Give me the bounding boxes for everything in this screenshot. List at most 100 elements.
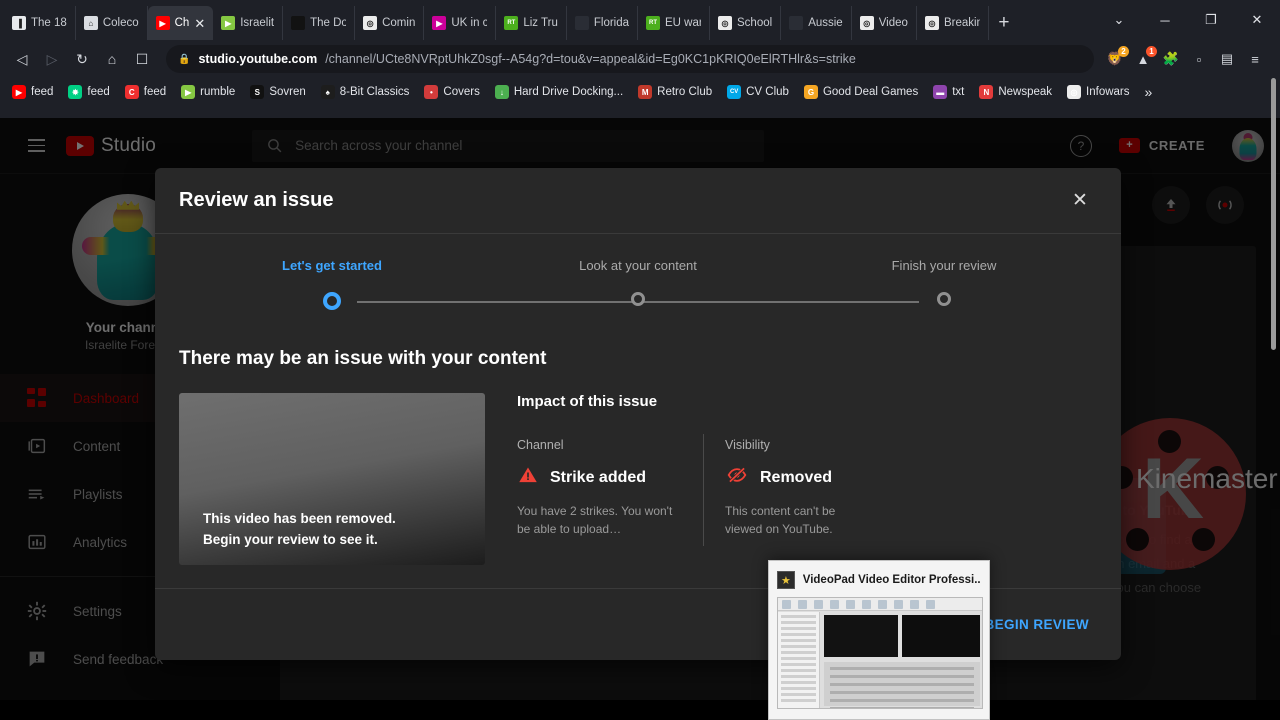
- tab-list-button[interactable]: ⌄: [1096, 3, 1142, 37]
- step-label: Look at your content: [579, 258, 697, 273]
- covers-icon: •: [424, 85, 439, 99]
- address-host: studio.youtube.com: [198, 52, 318, 66]
- screen-bottom-bar: [0, 700, 1280, 720]
- dialog-body: Let's get started Look at your content Fin…: [155, 234, 1121, 588]
- dialog-scrollbar[interactable]: [1271, 78, 1276, 350]
- bookmark-item[interactable]: ✸ feed: [62, 83, 115, 101]
- rumble-icon: ▶: [181, 85, 196, 99]
- bookmark-item[interactable]: Cfeed: [119, 83, 172, 101]
- extensions-icon[interactable]: 🧩: [1160, 48, 1182, 70]
- tab-label: Coleco: [102, 17, 139, 29]
- bookmark-item[interactable]: ▶ feed: [6, 83, 59, 101]
- browser-tab[interactable]: ◎ Video: [852, 6, 917, 40]
- taskbar-thumbnail-preview[interactable]: ★ VideoPad Video Editor Professi...: [768, 560, 990, 720]
- impact-column: Channel Strike added You have 2 strikes. Y…: [517, 438, 703, 538]
- browser-tab[interactable]: ◎ Breakin: [917, 6, 989, 40]
- tab-label: Florida: [593, 17, 630, 29]
- bookmark-item[interactable]: ◎ Infowars: [1061, 83, 1135, 101]
- browser-tab[interactable]: ◎ School: [710, 6, 782, 40]
- bookmark-label: Sovren: [269, 86, 306, 98]
- dialog-header: Review an issue ✕: [155, 168, 1121, 234]
- browser-tab[interactable]: ▶ Ch ✕: [147, 6, 214, 40]
- browser-tab[interactable]: RT Liz Tru: [496, 6, 567, 40]
- browser-tab[interactable]: ▐ The 18: [4, 6, 76, 40]
- browser-tab[interactable]: ◎ Comin: [355, 6, 425, 40]
- thumbnail-line-2: Begin your review to see it.: [203, 532, 378, 548]
- preview-header: ★ VideoPad Video Editor Professi...: [777, 569, 981, 591]
- browser-tab[interactable]: The Do: [283, 6, 356, 40]
- preview-screenshot: [777, 597, 983, 709]
- bitchute-icon: ◎: [1067, 85, 1082, 99]
- bitchute-icon: C: [124, 85, 139, 99]
- minimize-button[interactable]: ─: [1142, 3, 1188, 37]
- impact-description: This content can't be viewed on YouTube.: [725, 504, 836, 536]
- menu-icon[interactable]: ≡: [1244, 48, 1266, 70]
- bookmark-item[interactable]: ▶ rumble: [175, 83, 241, 101]
- browser-tab[interactable]: ▶ Israelit: [213, 6, 284, 40]
- impact-value: Removed: [760, 468, 833, 486]
- tab-label: Ch: [174, 17, 190, 29]
- browser-tab[interactable]: RT EU war: [638, 6, 711, 40]
- home-button[interactable]: ⌂: [98, 45, 126, 73]
- videopad-icon: ★: [777, 571, 795, 589]
- bookmark-item[interactable]: G Good Deal Games: [798, 83, 924, 101]
- bookmarks-overflow-button[interactable]: »: [1139, 84, 1159, 100]
- begin-review-button[interactable]: BEGIN REVIEW: [976, 607, 1097, 642]
- omnibox-icons: 🦁 2 ▲ 1 🧩 ▫ ▤ ≡: [1104, 46, 1272, 70]
- brave-shields-icon[interactable]: 🦁 2: [1104, 46, 1129, 70]
- browser-tab[interactable]: ▶ UK in c: [424, 6, 497, 40]
- step-dot[interactable]: [631, 292, 645, 306]
- bookmark-item[interactable]: CV CV Club: [721, 83, 795, 101]
- youtube-icon: ▶: [155, 16, 170, 30]
- reload-button[interactable]: ↻: [68, 45, 96, 73]
- browser-tab[interactable]: ⌂ Coleco: [76, 6, 148, 40]
- video-thumbnail[interactable]: This video has been removed. Begin your …: [179, 393, 485, 565]
- address-path: /channel/UCte8NVRptUhkZ0sgf--A54g?d=tou&…: [325, 52, 856, 66]
- tab-label: Comin: [382, 17, 416, 29]
- tab-close-icon[interactable]: ✕: [194, 17, 205, 30]
- bookmark-item[interactable]: ♠ 8-Bit Classics: [315, 83, 416, 101]
- brave-rewards-icon[interactable]: ▲ 1: [1132, 46, 1157, 70]
- bookmark-item[interactable]: ↓ Hard Drive Docking...: [489, 83, 629, 101]
- tab-label: School: [737, 17, 773, 29]
- progress-stepper: Let's get started Look at your content Fin…: [179, 234, 1097, 326]
- address-bar[interactable]: 🔒 studio.youtube.com/channel/UCte8NVRptU…: [166, 45, 1094, 73]
- dark-icon: [291, 16, 306, 30]
- tab-label: Video: [878, 17, 908, 29]
- bookmark-item[interactable]: ▬ txt: [927, 83, 970, 101]
- close-window-button[interactable]: ✕: [1234, 3, 1280, 37]
- step-dot[interactable]: [323, 292, 341, 310]
- sidebar-icon[interactable]: ▫: [1188, 48, 1210, 70]
- close-icon[interactable]: ✕: [1063, 184, 1097, 218]
- bookmark-item[interactable]: S Sovren: [244, 83, 311, 101]
- joystick-icon: ♠: [320, 85, 335, 99]
- thumbnail-line-1: This video has been removed.: [203, 511, 396, 527]
- new-tab-button[interactable]: +: [989, 6, 1019, 40]
- lock-icon: 🔒: [178, 53, 191, 65]
- sovren-icon: S: [250, 85, 265, 99]
- bookmark-item[interactable]: • Covers: [418, 83, 485, 101]
- dialog-title: Review an issue: [179, 189, 334, 211]
- impact-section: Impact of this issue Channel Strike added…: [517, 393, 1097, 565]
- browser-tab[interactable]: Aussie: [781, 6, 852, 40]
- notification-badge: 2: [1118, 46, 1129, 57]
- maximize-button[interactable]: ❐: [1188, 3, 1234, 37]
- bitchute-icon: ◎: [363, 16, 378, 30]
- reading-list-icon[interactable]: ☐: [128, 45, 156, 73]
- back-button[interactable]: ◁: [8, 45, 36, 73]
- impact-value-row: Strike added: [517, 465, 683, 490]
- blank-icon: [574, 16, 589, 30]
- bookmark-item[interactable]: N Newspeak: [973, 83, 1058, 101]
- browser-tab[interactable]: Florida: [567, 6, 639, 40]
- step-dot[interactable]: [937, 292, 951, 306]
- bookmark-label: feed: [87, 86, 110, 98]
- impact-description: You have 2 strikes. You won't be able to…: [517, 504, 673, 536]
- bookmark-item[interactable]: M Retro Club: [632, 83, 718, 101]
- impact-column: Visibility Removed This content can't be v…: [703, 434, 889, 546]
- rt-icon: RT: [504, 16, 519, 30]
- bookmark-label: Good Deal Games: [822, 86, 919, 98]
- bookmark-label: Hard Drive Docking...: [513, 86, 624, 98]
- wallet-icon[interactable]: ▤: [1216, 48, 1238, 70]
- tab-label: UK in c: [451, 17, 488, 29]
- screen: ▐ The 18 ⌂ Coleco ▶ Ch ✕ ▶ Israelit The Do ◎ Comin ▶…: [0, 0, 1280, 720]
